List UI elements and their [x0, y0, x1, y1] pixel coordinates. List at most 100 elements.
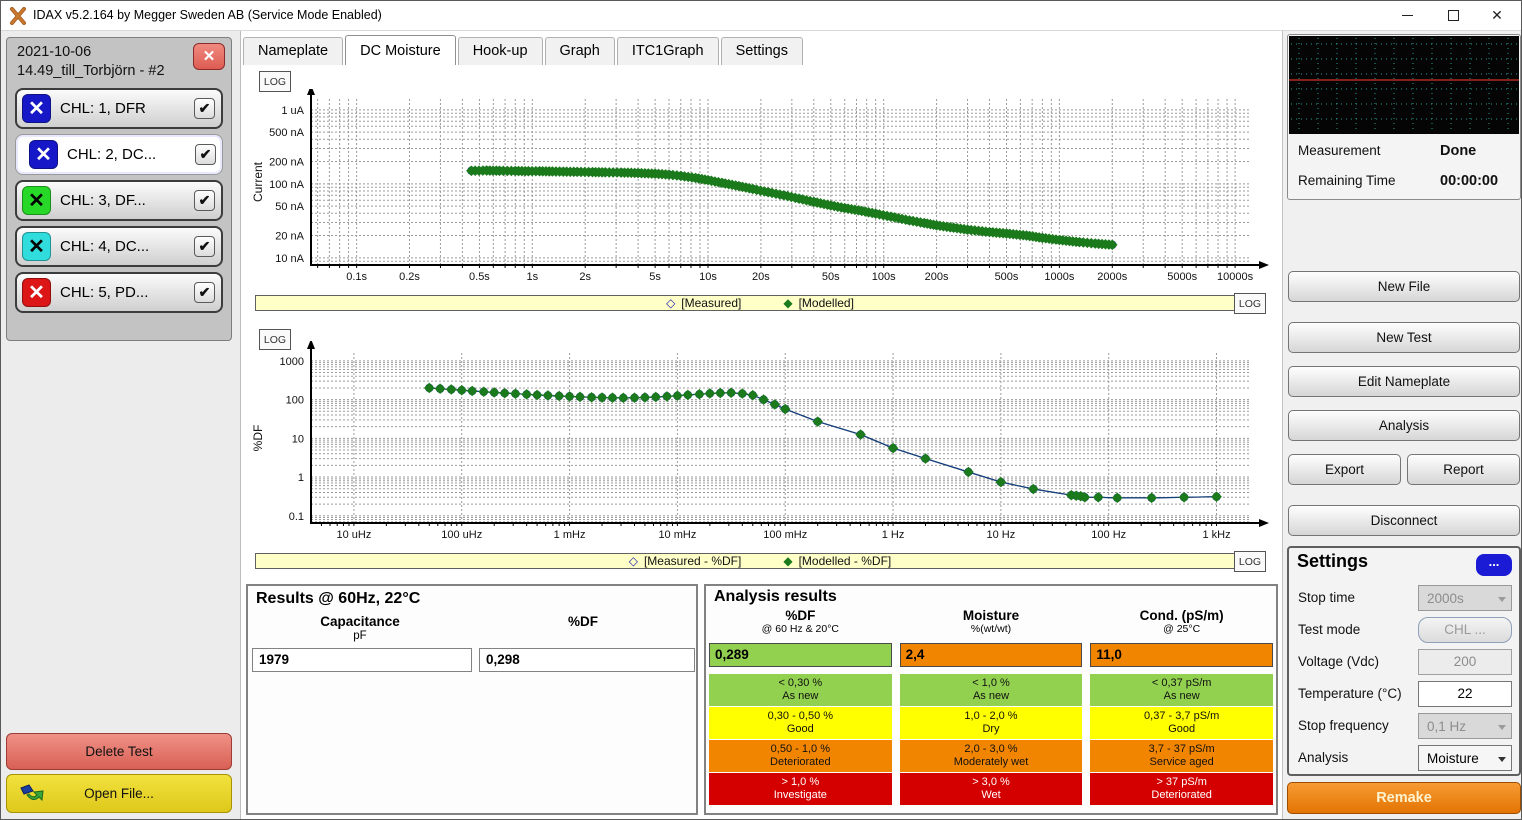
svg-text:1 kHz: 1 kHz	[1202, 529, 1230, 541]
idax-window: IDAX v5.2.164 by Megger Sweden AB (Servi…	[0, 0, 1522, 820]
modelled-diamond-icon: ◆	[783, 296, 792, 310]
svg-text:1000s: 1000s	[1044, 271, 1074, 283]
channel-item-chl-5-pd[interactable]: ✕CHL: 5, PD...✔	[15, 272, 223, 313]
analysis-range-moisture-wet: > 3,0 %Wet	[900, 773, 1083, 805]
channel-label: CHL: 1, DFR	[51, 100, 194, 117]
idax-logo-icon	[9, 7, 27, 25]
capacitance-value: 1979	[252, 648, 472, 672]
tab-itc1graph[interactable]: ITC1Graph	[617, 37, 719, 65]
channel-visible-checkbox[interactable]: ✔	[194, 282, 215, 303]
log-scale-button[interactable]: LOG	[259, 329, 291, 350]
svg-text:10 uHz: 10 uHz	[336, 529, 371, 541]
settings-menu-button[interactable]: ...	[1476, 554, 1512, 576]
svg-text:100 mHz: 100 mHz	[763, 529, 807, 541]
measurement-status-box: Measurement Done Remaining Time 00:00:00	[1287, 34, 1521, 200]
setting-row-temperature-c: Temperature (°C) 22	[1289, 680, 1519, 710]
remaining-time-label: Remaining Time	[1298, 173, 1396, 188]
analysis-range-df-investigate: > 1,0 %Investigate	[709, 773, 892, 805]
measured-circle-icon: ◇	[629, 554, 638, 568]
temperature-c-input[interactable]: 22	[1418, 681, 1512, 707]
channel-item-chl-2-dc[interactable]: ✕CHL: 2, DC...✔	[15, 134, 223, 175]
svg-text:50 nA: 50 nA	[275, 201, 304, 213]
edit-nameplate-button[interactable]: Edit Nameplate	[1288, 366, 1520, 397]
svg-text:10: 10	[292, 433, 304, 445]
analysis-value-moisture: 2,4	[900, 643, 1083, 667]
svg-text:10 mHz: 10 mHz	[658, 529, 696, 541]
delete-test-button[interactable]: Delete Test	[6, 733, 232, 770]
open-file-icon	[19, 782, 45, 806]
channel-item-chl-1-dfr[interactable]: ✕CHL: 1, DFR✔	[15, 88, 223, 129]
remaining-time-value: 00:00:00	[1440, 173, 1498, 189]
title-bar: IDAX v5.2.164 by Megger Sweden AB (Servi…	[1, 1, 1521, 31]
maximize-button[interactable]	[1431, 1, 1475, 30]
analysis-button[interactable]: Analysis	[1288, 410, 1520, 441]
channel-label: CHL: 3, DF...	[51, 192, 194, 209]
log-scale-button[interactable]: LOG	[1234, 551, 1266, 572]
channel-x-icon: ✕	[22, 278, 51, 307]
svg-text:0.2s: 0.2s	[399, 271, 420, 283]
setting-row-stop-frequency: Stop frequency0,1 Hz	[1289, 712, 1519, 742]
voltage-vdc-input: 200	[1418, 649, 1512, 675]
setting-row-test-mode: Test modeCHL ...	[1289, 616, 1519, 646]
measurement-value: Done	[1440, 143, 1476, 159]
tab-hook-up[interactable]: Hook-up	[458, 37, 543, 65]
svg-text:0.1: 0.1	[289, 511, 304, 523]
svg-text:50s: 50s	[822, 271, 840, 283]
disconnect-button[interactable]: Disconnect	[1288, 505, 1520, 536]
close-button[interactable]: ✕	[1475, 1, 1519, 30]
new-file-button[interactable]: New File	[1288, 271, 1520, 302]
test-mode-button: CHL ...	[1418, 617, 1512, 643]
svg-text:200s: 200s	[925, 271, 949, 283]
setting-label-temperature-c: Temperature (°C)	[1298, 686, 1402, 701]
channel-visible-checkbox[interactable]: ✔	[194, 98, 215, 119]
new-test-button[interactable]: New Test	[1288, 322, 1520, 353]
svg-text:%DF: %DF	[251, 425, 265, 452]
analysis-value-cond-ps-m: 11,0	[1090, 643, 1273, 667]
svg-text:500s: 500s	[995, 271, 1019, 283]
df-vs-frequency-chart: 10 uHz100 uHz1 mHz10 mHz100 mHz1 Hz10 Hz…	[249, 341, 1273, 551]
log-scale-button[interactable]: LOG	[1234, 293, 1266, 314]
svg-text:1: 1	[298, 472, 304, 484]
channel-visible-checkbox[interactable]: ✔	[195, 144, 216, 165]
stop-frequency-select: 0,1 Hz	[1418, 713, 1512, 739]
current-chart-legend: ◇[Measured]◆[Modelled]LOG	[255, 295, 1265, 311]
svg-text:20 nA: 20 nA	[275, 231, 304, 243]
analysis-range-moisture-dry: 1,0 - 2,0 %Dry	[900, 707, 1083, 739]
analysis-header-cond-ps-m: Cond. (pS/m)@ 25°C	[1090, 606, 1273, 642]
svg-text:100: 100	[286, 395, 304, 407]
log-scale-button[interactable]: LOG	[259, 71, 291, 92]
legend-item-modelled-df: ◆[Modelled - %DF]	[783, 554, 891, 568]
df-value: 0,298	[479, 648, 695, 672]
analysis-select[interactable]: Moisture	[1418, 745, 1512, 771]
open-file-button[interactable]: Open File...	[6, 774, 232, 813]
svg-text:1000: 1000	[280, 356, 304, 368]
measurement-label: Measurement	[1298, 143, 1381, 158]
svg-text:10s: 10s	[699, 271, 717, 283]
remake-button[interactable]: Remake	[1287, 782, 1521, 814]
svg-text:20s: 20s	[752, 271, 770, 283]
report-button[interactable]: Report	[1407, 454, 1520, 485]
svg-text:100 nA: 100 nA	[269, 179, 305, 191]
channel-item-chl-4-dc[interactable]: ✕CHL: 4, DC...✔	[15, 226, 223, 267]
svg-text:1 uA: 1 uA	[281, 105, 304, 117]
tab-nameplate[interactable]: Nameplate	[243, 37, 343, 65]
tab-graph[interactable]: Graph	[545, 37, 615, 65]
close-test-button[interactable]: ✕	[193, 43, 225, 70]
channel-label: CHL: 2, DC...	[58, 146, 195, 163]
svg-text:1s: 1s	[526, 271, 538, 283]
tab-dc-moisture[interactable]: DC Moisture	[345, 35, 456, 65]
svg-text:100 Hz: 100 Hz	[1091, 529, 1126, 541]
tab-settings[interactable]: Settings	[721, 37, 803, 65]
analysis-range-cond-ps-m-as-new: < 0,37 pS/mAs new	[1090, 674, 1273, 706]
analysis-range-moisture-as-new: < 1,0 %As new	[900, 674, 1083, 706]
setting-row-analysis: AnalysisMoisture	[1289, 744, 1519, 774]
svg-text:Current: Current	[251, 161, 265, 202]
export-button[interactable]: Export	[1288, 454, 1401, 485]
capacitance-header: Capacitance	[260, 614, 460, 629]
channel-visible-checkbox[interactable]: ✔	[194, 190, 215, 211]
modelled-diamond-icon: ◆	[783, 554, 792, 568]
channel-visible-checkbox[interactable]: ✔	[194, 236, 215, 257]
analysis-range-df-as-new: < 0,30 %As new	[709, 674, 892, 706]
minimize-button[interactable]	[1385, 1, 1429, 30]
channel-item-chl-3-df[interactable]: ✕CHL: 3, DF...✔	[15, 180, 223, 221]
